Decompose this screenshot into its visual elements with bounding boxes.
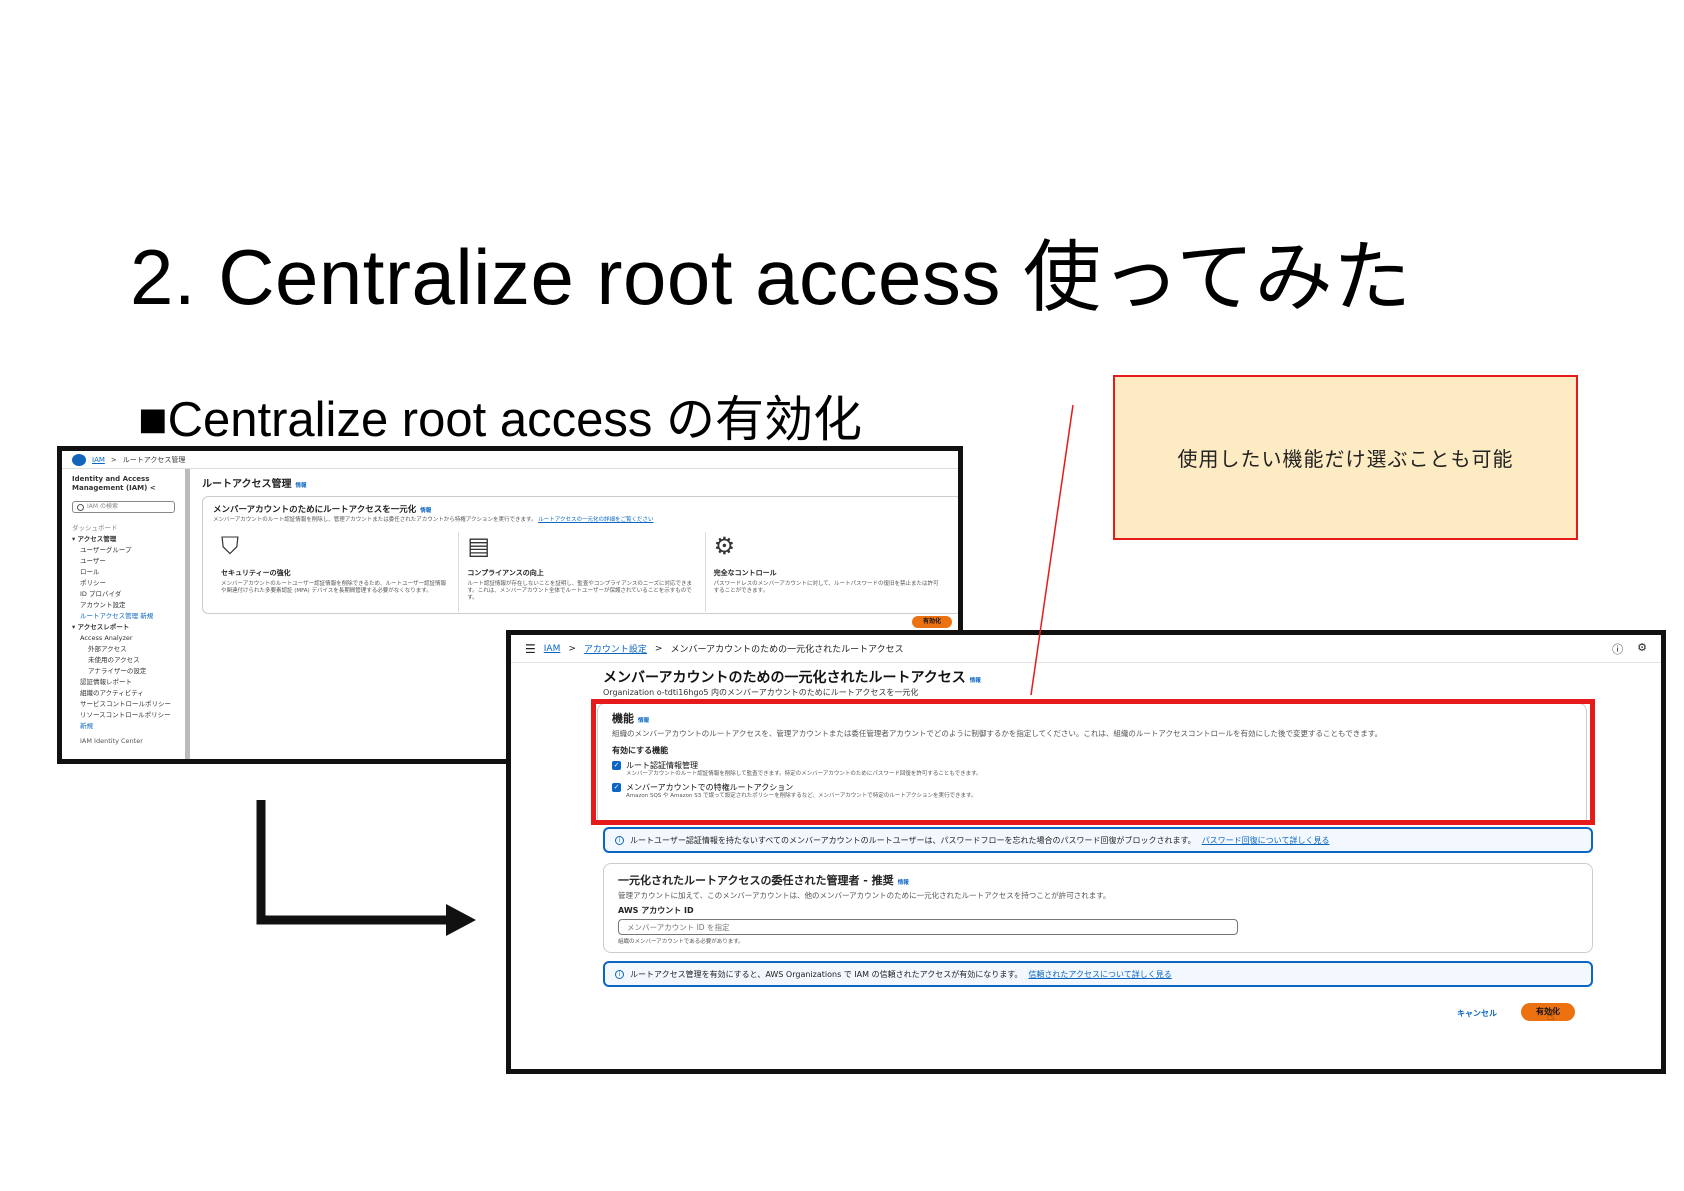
info-link[interactable]: 情報 [296,483,307,489]
breadcrumb-iam[interactable]: IAM [92,456,105,464]
sidebar-group-reports[interactable]: ▾ アクセスレポート [72,622,175,633]
delegate-title: 一元化されたルートアクセスの委任された管理者 - 推奨 情報 [618,874,909,887]
info-circle-icon: i [615,969,624,979]
new-badge: 新規 [140,612,154,620]
sidebar-item-dashboard[interactable]: ダッシュボード [72,523,175,534]
sidebar-item[interactable]: 組織のアクティビティ [72,688,175,699]
sidebar-title: Identity and Access Management (IAM) < [72,475,156,492]
password-recovery-link[interactable]: パスワード回復について詳しく見る [1202,835,1330,846]
highlight-frame [591,699,1595,825]
sidebar-item[interactable]: ユーザーグループ [72,545,175,556]
delegate-description: 管理アカウントに加えて、このメンバーアカウントは、他のメンバーアカウントのために… [618,891,1111,900]
breadcrumb-current: ルートアクセス管理 [122,455,186,464]
feature-description: パスワードレスのメンバーアカウントに対して、ルートパスワードの復旧を禁止または許… [713,581,939,594]
card-title: メンバーアカウントのためにルートアクセスを一元化 情報 [213,505,432,515]
breadcrumb-iam[interactable]: IAM [544,644,561,654]
new-badge: 新規 [80,722,93,730]
sidebar-item[interactable]: ユーザー [72,556,175,567]
feature-description: メンバーアカウントのルートユーザー認証情報を削除できるため、ルートユーザー認証情… [221,581,446,594]
alert-text: ルートユーザー認証情報を持たないすべてのメンバーアカウントのルートユーザーは、パ… [630,835,1196,845]
breadcrumb-account-settings[interactable]: アカウント設定 [584,642,647,655]
breadcrumb-current: メンバーアカウントのための一元化されたルートアクセス [670,645,904,655]
breadcrumb-separator: > [654,643,663,654]
password-recovery-alert: i ルートユーザー認証情報を持たないすべてのメンバーアカウントのルートユーザーは… [603,827,1593,853]
sidebar-item[interactable]: アナライザーの設定 [72,666,175,677]
slide-subtitle: ■Centralize root access の有効化 [138,393,862,447]
account-id-label: AWS アカウント ID [618,906,694,915]
checklist-icon: ▤ [467,532,491,560]
top-icons: ⓘ ⚙ [1612,641,1647,657]
sidebar-item-analyzer[interactable]: Access Analyzer [72,633,175,644]
centralize-card: メンバーアカウントのためにルートアクセスを一元化 情報 メンバーアカウントのルート… [202,496,958,614]
info-link[interactable]: 情報 [970,678,981,684]
breadcrumb-separator: > [568,643,576,654]
page-title: メンバーアカウントのための一元化されたルートアクセス 情報 [603,670,981,686]
alert-text: ルートアクセス管理を有効にすると、AWS Organizations で IAM… [630,969,1023,979]
cancel-button[interactable]: キャンセル [1457,1008,1497,1019]
sidebar-item[interactable]: アカウント設定 [72,600,175,611]
sidebar-item[interactable]: リソースコントロールポリシー [72,710,175,721]
enable-button[interactable]: 有効化 [912,616,952,628]
screenshot-centralized-settings: ☰ IAM > アカウント設定 > メンバーアカウントのための一元化されたルート… [506,630,1666,1074]
trusted-access-alert: i ルートアクセス管理を有効にすると、AWS Organizations で I… [603,961,1593,987]
callout-box: 使用したい機能だけ選ぶことも可能 [1113,375,1578,540]
sidebar-item[interactable]: サービスコントロールポリシー [72,699,175,710]
shield-icon: ⛉ [221,532,239,560]
feature-title: セキュリティーの強化 [221,569,291,577]
feature-control: ⚙ 完全なコントロール パスワードレスのメンバーアカウントに対して、ルートパスワ… [706,532,951,612]
menu-icon[interactable]: ☰ [525,642,536,656]
sidebar-item[interactable]: 外部アクセス [72,644,175,655]
feature-title: コンプライアンスの向上 [467,569,544,577]
slide-title: 2. Centralize root access 使ってみた [130,233,1412,321]
trusted-access-link[interactable]: 信頼されたアクセスについて詳しく見る [1028,969,1171,980]
account-id-hint: 組織のメンバーアカウントである必要があります。 [618,939,744,945]
feature-title: 完全なコントロール [713,569,777,577]
account-id-input[interactable] [618,919,1238,935]
hand-cursor-icon: ☝ [1547,1009,1555,1023]
sidebar-item[interactable]: ロール [72,567,175,578]
iam-sidebar: Identity and Access Management (IAM) < I… [62,469,190,759]
sidebar-group-access[interactable]: ▾ アクセス管理 [72,534,175,545]
card-description: メンバーアカウントのルート認証情報を削除し、管理アカウントまたは委任されたアカウ… [213,517,654,523]
gear-icon[interactable]: ⚙ [1637,641,1647,657]
sidebar-item[interactable]: ID プロバイダ [72,589,175,600]
organization-line: Organization o-tdti16hgo5 内のメンバーアカウントのため… [603,688,919,697]
info-icon[interactable]: ⓘ [1612,641,1623,657]
sidebar-search-input[interactable]: IAM の検索 [72,501,175,513]
info-link[interactable]: 情報 [898,880,909,886]
network-icon: ⚙ [713,532,736,560]
feature-description: ルート認証情報が存在しないことを証明し、監査やコンプライアンスのニーズに対応でき… [467,581,693,601]
console-top-bar: IAM > ルートアクセス管理 [62,451,958,469]
learn-more-link[interactable]: ルートアクセスの一元化の詳細をご覧ください [538,517,653,523]
delegated-admin-panel: 一元化されたルートアクセスの委任された管理者 - 推奨 情報 管理アカウントに加え… [603,863,1593,953]
collapse-icon[interactable]: < [150,484,156,492]
sidebar-item[interactable]: 認証情報レポート [72,677,175,688]
sidebar-item[interactable]: 未使用のアクセス [72,655,175,666]
feature-security: ⛉ セキュリティーの強化 メンバーアカウントのルートユーザー認証情報を削除できる… [213,532,460,612]
info-circle-icon: i [615,835,624,845]
sidebar-footer[interactable]: IAM Identity Center [72,736,175,747]
console-top-bar: ☰ IAM > アカウント設定 > メンバーアカウントのための一元化されたルート… [511,635,1661,663]
page-title: ルートアクセス管理 情報 [202,479,307,490]
feature-list: ⛉ セキュリティーの強化 メンバーアカウントのルートユーザー認証情報を削除できる… [213,532,951,612]
root-access-main: ルートアクセス管理 情報 メンバーアカウントのためにルートアクセスを一元化 情報 メ… [202,475,958,614]
sidebar-item-root-access[interactable]: ルートアクセス管理 新規 [72,611,175,622]
sidebar-item[interactable]: ポリシー [72,578,175,589]
aws-logo-icon [72,453,86,466]
feature-compliance: ▤ コンプライアンスの向上 ルート認証情報が存在しないことを証明し、監査やコンプ… [459,532,706,612]
info-link[interactable]: 情報 [420,508,431,514]
breadcrumb-separator: > [110,455,117,464]
